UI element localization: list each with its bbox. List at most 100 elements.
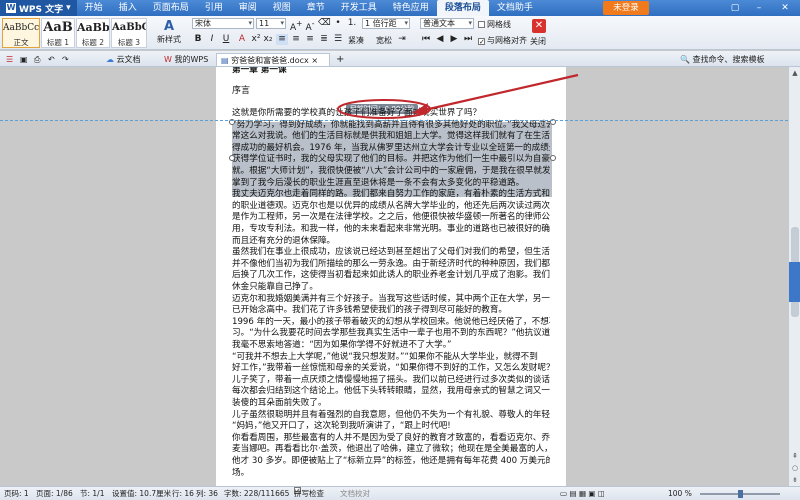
align-grid-checkbox[interactable]: ✓ 与网格对齐 <box>478 35 527 46</box>
paragraph-line: 虽然我们在事业上很成功，应该说已经达到甚至超出了父母们对我们的希望，但生活却 <box>232 247 550 258</box>
grow-font-icon[interactable]: A+ <box>290 18 302 33</box>
vertical-scrollbar[interactable]: ▲ ⇞ ○ ⇟ <box>788 67 800 486</box>
next-icon[interactable]: ⏭ <box>462 34 474 45</box>
search-command-input[interactable]: 🔍 查找命令、搜索模板 <box>680 54 765 65</box>
minimize-icon[interactable]: – <box>748 0 770 16</box>
redo-icon[interactable]: ↷ <box>58 53 73 66</box>
menu-tab-2[interactable]: 页面布局 <box>145 0 197 16</box>
paragraph-line: 并不像他们当初为我们所描绘的那么一劳永逸。由于新经济时代的种种原因，我们都曾先 <box>232 258 550 269</box>
distributed-icon[interactable]: ☰ <box>332 34 344 45</box>
close-layout-button[interactable]: 关闭 <box>530 36 546 47</box>
loose-button[interactable]: 宽松 <box>376 35 392 46</box>
justify-icon[interactable]: ≣ <box>318 34 330 45</box>
paragraph-line: 儿子虽然很聪明并且有着强烈的自我意愿，但他仍不失为一个有礼貌、尊敬人的年轻人。 <box>232 409 550 420</box>
menu-tab-0[interactable]: 开始 <box>77 0 111 16</box>
gridlines-checkbox[interactable]: 网格线 <box>478 19 511 30</box>
style-heading-2[interactable]: AaBb( 标题 2 <box>76 18 110 48</box>
preface-heading: 序言 <box>232 86 251 96</box>
indent-icon[interactable]: ⇥ <box>396 34 408 45</box>
new-tab-button[interactable]: + <box>332 53 348 66</box>
menu-tab-9[interactable]: 段落布局 <box>436 0 489 16</box>
bold-icon[interactable]: B <box>192 34 204 45</box>
selection-handle-left[interactable] <box>229 155 235 161</box>
zoom-level[interactable]: 100 % <box>668 487 692 500</box>
style-heading-3[interactable]: AaBbC 标题 3 <box>111 18 147 48</box>
align-center-icon[interactable]: ≡ <box>290 34 302 45</box>
menu-icon[interactable]: ☰ <box>2 53 17 66</box>
view-mode-icons[interactable]: ▭ ▤ ▦ ▣ ◫ <box>560 487 605 500</box>
menu-tab-10[interactable]: 文档助手 <box>489 0 541 16</box>
checkbox-icon <box>478 21 485 28</box>
close-layout-icon[interactable]: ✕ <box>532 19 546 33</box>
paragraph-line: 而且还有充分的退休保障。 <box>232 235 336 246</box>
paragraph-line: 是作为工程师，另一次是在法律学校。之之后，他便很快被华盛顿一所著名的律师公司聘 <box>232 212 550 223</box>
numbered-list-icon[interactable]: 1. <box>346 18 358 29</box>
app-menu-button[interactable]: W WPS 文字 ▾ <box>0 0 77 16</box>
underline-icon[interactable]: U <box>220 34 232 45</box>
font-color-icon[interactable]: A <box>236 34 248 45</box>
paragraph-line: 休金只能靠自己挣了。 <box>232 282 318 292</box>
status-words[interactable]: 字数: 228/111665 <box>224 487 289 500</box>
paragraph-line: 麦当娜吧。再看看比尔·盖茨，他退出了哈佛，建立了微软；他现在是全美最富的人，而 <box>232 444 550 455</box>
superscript-icon[interactable]: x² <box>250 34 262 45</box>
style-heading-1[interactable]: AaB 标题 1 <box>41 18 75 48</box>
menu-tab-4[interactable]: 审阅 <box>231 0 265 16</box>
paragraph-line: 用，专攻专利法。和我一样，他的未来看起来非常光明。事业的道路也已被很好的确定了， <box>232 224 550 234</box>
scroll-up-icon[interactable]: ▲ <box>790 68 800 78</box>
shrink-font-icon[interactable]: A- <box>304 18 316 33</box>
menu-tab-5[interactable]: 视图 <box>265 0 299 16</box>
menu-tab-7[interactable]: 开发工具 <box>333 0 385 16</box>
zoom-slider-handle[interactable] <box>738 490 743 498</box>
search-icon: 🔍 <box>680 55 690 64</box>
align-left-icon[interactable]: ≡ <box>276 34 288 45</box>
login-button[interactable]: 未登录 <box>603 1 649 15</box>
tight-button[interactable]: 紧凑 <box>348 35 364 46</box>
print-icon[interactable]: ⎙ <box>30 53 44 66</box>
menu-tab-1[interactable]: 插入 <box>111 0 145 16</box>
selection-handle-right[interactable] <box>550 155 556 161</box>
tab-my-wps[interactable]: W 我的WPS <box>160 53 212 66</box>
line-spacing-select[interactable]: 1 倍行距 <box>362 18 410 29</box>
status-section: 节: 1/1 <box>80 489 105 498</box>
new-style-button[interactable]: A 新样式 <box>152 19 186 45</box>
menu-tab-3[interactable]: 引用 <box>197 0 231 16</box>
select-browse-icon[interactable]: ○ <box>790 463 800 473</box>
proofread-button[interactable]: 文档校对 <box>340 487 370 500</box>
chevron-down-icon: ▾ <box>66 3 71 13</box>
clear-format-icon[interactable]: ⌫ <box>318 18 331 29</box>
paragraph-line: 他才 30 多岁。即便被贴上了“标新立异”的标签，他还是拥有每年花费 400 万… <box>232 456 550 466</box>
title-bar: W WPS 文字 ▾ 开始 插入 页面布局 引用 审阅 视图 章节 开发工具 特色应用 段落布局文… <box>0 0 800 16</box>
paragraph-line: 掌到了我今后漫长的职业生涯直至退休将是一条不会有太多变化的平稳道路。 <box>232 177 525 188</box>
menu-tab-6[interactable]: 章节 <box>299 0 333 16</box>
back-icon[interactable]: ◀ <box>434 34 446 45</box>
new-style-icon: A <box>163 19 175 34</box>
align-right-icon[interactable]: ≡ <box>304 34 316 45</box>
paragraph-line: 常这么对我说。他们的生活目标就是供我和姐姐上大学。觉得这样我们就有了在生活中获 <box>232 131 550 142</box>
font-size-select[interactable]: 11 <box>256 18 286 29</box>
style-normal[interactable]: AaBbCcDd 正文 <box>2 18 40 48</box>
subscript-icon[interactable]: x₂ <box>262 34 274 45</box>
close-icon[interactable]: ✕ <box>774 0 796 16</box>
tab-document[interactable]: ▤ 穷爸爸和富爸爸.docx × <box>216 53 330 66</box>
tab-close-icon[interactable]: × <box>311 56 318 65</box>
paragraph-line: 的职业道德观。迈克尔也是以优异的成绩从名牌大学毕业的，他还先后两次读过两次：一次 <box>232 200 550 211</box>
menu-tab-8[interactable]: 特色应用 <box>385 0 437 16</box>
paragraph-line: 我丈夫迈克尔也走着同样的路。我们都来自努力工作的家庭，有着朴素的生活方式和积极 <box>232 189 550 200</box>
document-page[interactable]: 第一章 第一课 序言 目前时间：0.00分秒 这就是你所需要的学校真的让孩子们准… <box>216 67 566 486</box>
paragraph-line: 我毫不思索地答道：“因为如果你学得不好就进不了大学。” <box>232 340 452 350</box>
undo-icon[interactable]: ↶ <box>44 53 59 66</box>
forward-icon[interactable]: ▶ <box>448 34 460 45</box>
tab-cloud-docs[interactable]: ☁ 云文档 <box>102 53 145 66</box>
italic-icon[interactable]: I <box>206 34 218 45</box>
paragraph-line: 已开始念高中。我们花了许多钱希望使我们的孩子得到尽可能好的教育。 <box>232 305 508 316</box>
bullet-list-icon[interactable]: • <box>332 18 344 29</box>
restore-icon[interactable]: ▢ <box>724 0 746 16</box>
prev-page-icon[interactable]: ⇞ <box>790 451 800 461</box>
document-tab-bar: ☰ ▣ ⎙ ↶ ↷ ☁ 云文档 W 我的WPS ▤ 穷爸爸和富爸爸.docx ×… <box>0 51 800 67</box>
paragraph-line: 装傻的耳朵面前失败了。 <box>232 398 327 408</box>
status-position: 设置值: 10.7厘米 <box>112 489 172 498</box>
next-page-icon[interactable]: ⇟ <box>790 475 800 485</box>
font-name-select[interactable]: 宋体 <box>192 18 254 29</box>
prev-icon[interactable]: ⏮ <box>420 34 432 45</box>
paragraph-style-select[interactable]: 普通文本 <box>420 18 474 29</box>
